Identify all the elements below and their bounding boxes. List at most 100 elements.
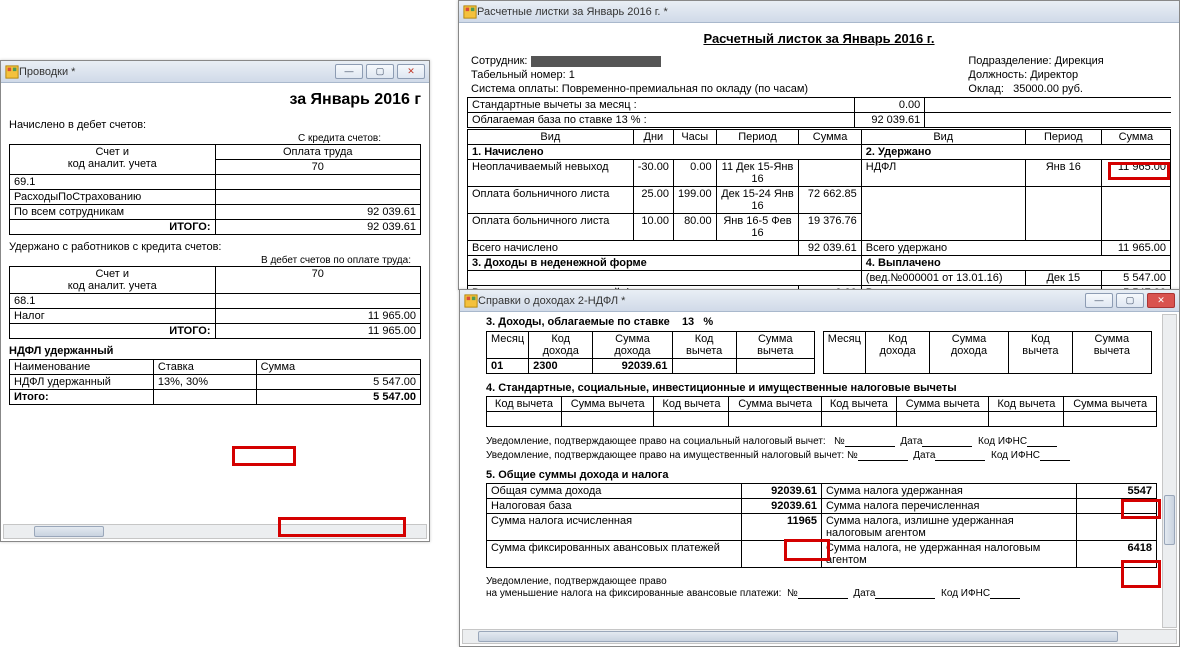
cell: 68.1: [10, 294, 216, 309]
cell: ИТОГО:: [10, 324, 216, 339]
totals-table: Общая сумма дохода 92039.61 Сумма налога…: [486, 483, 1157, 568]
sec2: 2. Удержано: [866, 146, 931, 158]
table-row: НДФЛ удержанный 13%, 30% 5 547.00: [10, 375, 421, 390]
cell: 69.1: [10, 175, 216, 190]
cell: 92039.61: [741, 484, 821, 499]
notif-reduce2: на уменьшение налога на фиксированные ав…: [486, 588, 781, 599]
table-row: По всем сотрудникам92 039.61: [10, 205, 421, 220]
payslip-title: Расчетные листки за Январь 2016 г. *: [477, 6, 1175, 18]
provodki-window: Проводки * — ▢ ✕ за Январь 2016 г Начисл…: [0, 60, 430, 542]
table-row: Итого: 5 547.00: [10, 390, 421, 405]
maximize-button[interactable]: ▢: [366, 64, 394, 79]
provodki-titlebar[interactable]: Проводки * — ▢ ✕: [1, 61, 429, 83]
debit-header2: В дебет счетов по оплате труда:: [9, 255, 411, 266]
sec3-pct: %: [703, 316, 713, 328]
cell: 199.00: [673, 187, 716, 214]
cell: Сумма налога, излишне удержанная налогов…: [821, 514, 1076, 541]
app-icon: [464, 294, 478, 308]
payslip-doc-title: Расчетный листок за Январь 2016 г.: [467, 31, 1171, 46]
cell-ndfl-sum: 11 965.00: [1101, 160, 1170, 187]
cell: Сумма фиксированных авансовых платежей: [487, 541, 742, 568]
lbl-position: Должность:: [968, 69, 1027, 81]
val-division: Дирекция: [1055, 55, 1104, 67]
table-row: Общая сумма дохода 92039.61 Сумма налога…: [487, 484, 1157, 499]
cell: Итого:: [10, 390, 154, 405]
minimize-button[interactable]: —: [335, 64, 363, 79]
hdr-sum-ded: Сумма вычета: [736, 332, 814, 359]
hdr-summa: Сумма: [799, 130, 861, 145]
cell-ndfl-held: 5 547.00: [256, 375, 420, 390]
horizontal-scrollbar[interactable]: [3, 524, 427, 539]
lbl-tabnum: Табельный номер:: [471, 69, 566, 81]
cell: НДФЛ: [861, 160, 1025, 187]
sec4: 4. Стандартные, социальные, инвестиционн…: [486, 382, 957, 394]
payslip-window: Расчетные листки за Январь 2016 г. * Рас…: [458, 0, 1180, 290]
income-table-left: Месяц Код дохода Сумма дохода Код вычета…: [486, 331, 815, 374]
ndfl-header: НДФЛ удержанный: [9, 345, 421, 357]
val-salary: 35000.00 руб.: [1013, 83, 1083, 95]
cell: 11 965.00: [1101, 241, 1170, 256]
horizontal-scrollbar[interactable]: [462, 629, 1177, 644]
maximize-button[interactable]: ▢: [1116, 293, 1144, 308]
vertical-scrollbar[interactable]: [1162, 314, 1177, 628]
cell: 80.00: [673, 214, 716, 241]
cell: По всем сотрудникам: [10, 205, 216, 220]
hdr-vid2: Вид: [861, 130, 1025, 145]
app-icon: [463, 5, 477, 19]
cell: 0.00: [673, 160, 716, 187]
ndfl-titlebar[interactable]: Справки о доходах 2-НДФЛ * — ▢ ✕: [460, 290, 1179, 312]
cell-tax: 11 965.00: [215, 309, 421, 324]
cell: 72 662.85: [799, 187, 861, 214]
hdr-vid: Вид: [468, 130, 634, 145]
cell: Сумма налога удержанная: [821, 484, 1076, 499]
close-button[interactable]: ✕: [1147, 293, 1175, 308]
cell: 2300: [529, 359, 593, 374]
minimize-button[interactable]: —: [1085, 293, 1113, 308]
debit-table: Счет и код аналит. учета Оплата труда 70…: [9, 144, 421, 235]
lbl-salary: Оклад:: [968, 83, 1004, 95]
table-row: ИТОГО:11 965.00: [10, 324, 421, 339]
cell-tax-calc: 11965: [741, 514, 821, 541]
ndfl-table: Наименование Ставка Сумма НДФЛ удержанны…: [9, 359, 421, 405]
cell: 92 039.61: [215, 205, 421, 220]
ndfl-window: Справки о доходах 2-НДФЛ * — ▢ ✕ 3. Дохо…: [459, 289, 1180, 647]
hdr-summa2: Сумма: [1101, 130, 1170, 145]
hdr-chasy: Часы: [673, 130, 716, 145]
cell: -30.00: [633, 160, 673, 187]
credit-table: Счет и код аналит. учета 70 68.1 Налог11…: [9, 266, 421, 339]
cell: Неоплачиваемый невыход: [468, 160, 634, 187]
cell: 25.00: [633, 187, 673, 214]
hdr: Код вычета: [989, 397, 1064, 412]
hdr: Сумма вычета: [729, 397, 822, 412]
table-row: Оплата больничного листа 25.00 199.00 Де…: [468, 187, 1171, 214]
table-row: РасходыПоСтрахованию: [10, 190, 421, 205]
table-row: Неоплачиваемый невыход -30.00 0.00 11 Де…: [468, 160, 1171, 187]
hdr: Код вычета: [821, 397, 896, 412]
hdr-period2: Период: [1025, 130, 1101, 145]
table-row: Сумма налога исчисленная 11965 Сумма нал…: [487, 514, 1157, 541]
hdr-sum-ded: Сумма вычета: [1073, 332, 1151, 374]
deductions-table: Код вычета Сумма вычета Код вычета Сумма…: [486, 396, 1157, 427]
table-row: 01 2300 92039.61: [487, 359, 815, 374]
cell: Оплата больничного листа: [468, 187, 634, 214]
hdr: Сумма вычета: [561, 397, 654, 412]
val-position: Директор: [1030, 69, 1078, 81]
hdr: Код вычета: [487, 397, 562, 412]
payslip-main-table: Вид Дни Часы Период Сумма Вид Период Сум…: [467, 129, 1171, 316]
hdr-code-ded: Код вычета: [1008, 332, 1072, 374]
close-button[interactable]: ✕: [397, 64, 425, 79]
hdr-dni: Дни: [633, 130, 673, 145]
cell: [799, 160, 861, 187]
cell: НДФЛ удержанный: [10, 375, 154, 390]
hdr-period: Период: [716, 130, 799, 145]
hdr-code-ded: Код вычета: [672, 332, 736, 359]
payslip-titlebar[interactable]: Расчетные листки за Январь 2016 г. *: [459, 1, 1179, 23]
cell: 92039.61: [593, 359, 672, 374]
cell: 5 547.00: [256, 390, 420, 405]
ndfl-title: Справки о доходах 2-НДФЛ *: [478, 295, 1085, 307]
notif-social: Уведомление, подтверждающее право на соц…: [486, 436, 826, 447]
cell: 01: [487, 359, 529, 374]
cell: Всего удержано: [861, 241, 1101, 256]
table-row: Налог11 965.00: [10, 309, 421, 324]
cell: Янв 16: [1025, 160, 1101, 187]
